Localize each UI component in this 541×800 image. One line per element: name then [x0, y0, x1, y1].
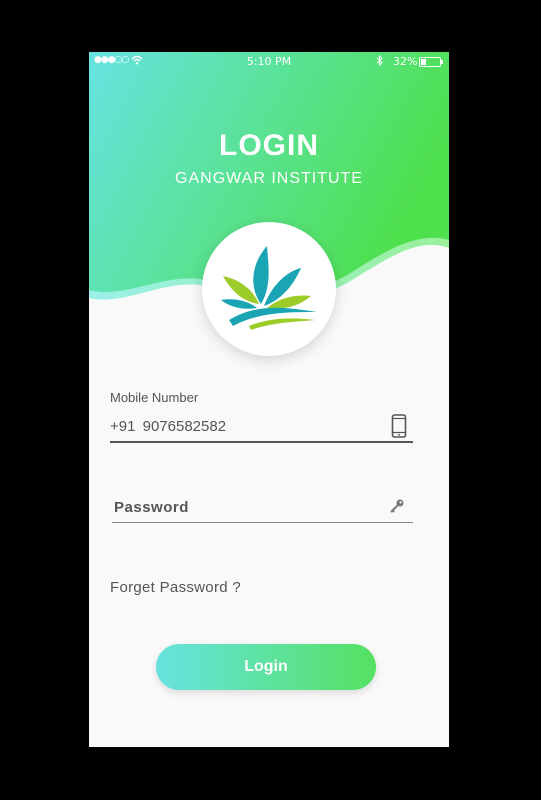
mobile-phone-icon	[391, 414, 407, 442]
battery-percentage: 32%	[393, 55, 418, 68]
forget-password-link[interactable]: Forget Password ?	[110, 579, 241, 596]
password-field-underline	[112, 522, 413, 523]
password-field[interactable]	[112, 495, 376, 519]
mobile-number-label: Mobile Number	[110, 390, 199, 405]
logo	[202, 222, 336, 356]
mobile-field-underline	[110, 441, 413, 443]
login-screen: ●●●○○ 5:10 PM 32% LOGIN GANGWAR INSTITUT…	[89, 52, 449, 747]
key-icon	[389, 498, 405, 518]
mobile-number-field[interactable]: +91 9076582582	[110, 418, 226, 435]
bluetooth-icon	[376, 54, 384, 69]
lotus-logo-icon	[221, 246, 317, 330]
institute-name: GANGWAR INSTITUTE	[175, 170, 363, 187]
page-title: LOGIN	[219, 129, 319, 162]
status-bar: ●●●○○ 5:10 PM 32%	[89, 52, 449, 72]
battery-icon	[419, 57, 443, 67]
login-button[interactable]: Login	[156, 644, 376, 690]
